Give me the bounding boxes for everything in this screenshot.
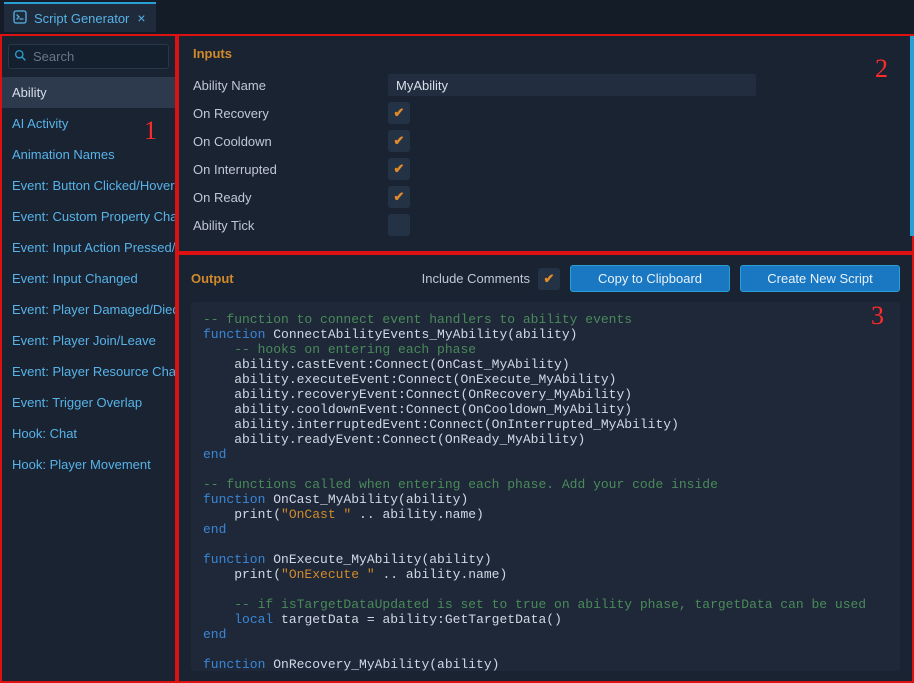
input-label: On Interrupted — [193, 162, 388, 177]
tab-bar: Script Generator × — [0, 0, 914, 34]
input-row: Ability Tick — [193, 211, 898, 239]
input-label: On Cooldown — [193, 134, 388, 149]
scroll-indicator — [910, 36, 914, 236]
input-label: On Ready — [193, 190, 388, 205]
copy-to-clipboard-button[interactable]: Copy to Clipboard — [570, 265, 730, 292]
sidebar-item[interactable]: Event: Button Clicked/Hovered — [2, 170, 175, 201]
input-row: On Recovery — [193, 99, 898, 127]
input-row: On Interrupted — [193, 155, 898, 183]
sidebar-item[interactable]: Hook: Chat — [2, 418, 175, 449]
input-label: On Recovery — [193, 106, 388, 121]
sidebar-item[interactable]: Event: Player Damaged/Died/Spawned — [2, 294, 175, 325]
sidebar-list: AbilityAI ActivityAnimation NamesEvent: … — [2, 77, 175, 681]
script-generator-icon — [12, 9, 28, 28]
input-row: Ability Name — [193, 71, 898, 99]
input-label: Ability Name — [193, 78, 388, 93]
output-panel: Output Include Comments Copy to Clipboar… — [177, 253, 914, 683]
checkbox[interactable] — [388, 186, 410, 208]
tab-script-generator[interactable]: Script Generator × — [4, 2, 156, 32]
sidebar-item[interactable]: Hook: Player Movement — [2, 449, 175, 480]
ability-name-input[interactable] — [388, 74, 756, 96]
sidebar-item[interactable]: Event: Trigger Overlap — [2, 387, 175, 418]
output-header: Output Include Comments Copy to Clipboar… — [191, 265, 900, 292]
sidebar-item[interactable]: AI Activity — [2, 108, 175, 139]
create-new-script-button[interactable]: Create New Script — [740, 265, 900, 292]
include-comments: Include Comments — [422, 268, 560, 290]
inputs-title: Inputs — [193, 46, 898, 61]
sidebar-item[interactable]: Event: Input Action Pressed/Released — [2, 232, 175, 263]
include-comments-checkbox[interactable] — [538, 268, 560, 290]
sidebar-item[interactable]: Event: Player Resource Changed — [2, 356, 175, 387]
sidebar-item[interactable]: Event: Custom Property Changed — [2, 201, 175, 232]
sidebar-item[interactable]: Event: Player Join/Leave — [2, 325, 175, 356]
input-row: On Cooldown — [193, 127, 898, 155]
tab-title: Script Generator — [34, 11, 129, 26]
close-icon[interactable]: × — [135, 10, 147, 26]
code-output[interactable]: -- function to connect event handlers to… — [191, 302, 900, 671]
search-input[interactable] — [8, 44, 169, 69]
sidebar-item[interactable]: Animation Names — [2, 139, 175, 170]
search-wrap — [2, 36, 175, 77]
checkbox[interactable] — [388, 130, 410, 152]
sidebar: AbilityAI ActivityAnimation NamesEvent: … — [0, 34, 177, 683]
input-label: Ability Tick — [193, 218, 388, 233]
input-row: On Ready — [193, 183, 898, 211]
sidebar-item[interactable]: Ability — [2, 77, 175, 108]
checkbox[interactable] — [388, 102, 410, 124]
sidebar-item[interactable]: Event: Input Changed — [2, 263, 175, 294]
inputs-panel: Inputs Ability Name On Recovery On Cooldow… — [177, 34, 914, 253]
output-title: Output — [191, 271, 234, 286]
include-comments-label: Include Comments — [422, 271, 530, 286]
checkbox[interactable] — [388, 158, 410, 180]
checkbox[interactable] — [388, 214, 410, 236]
